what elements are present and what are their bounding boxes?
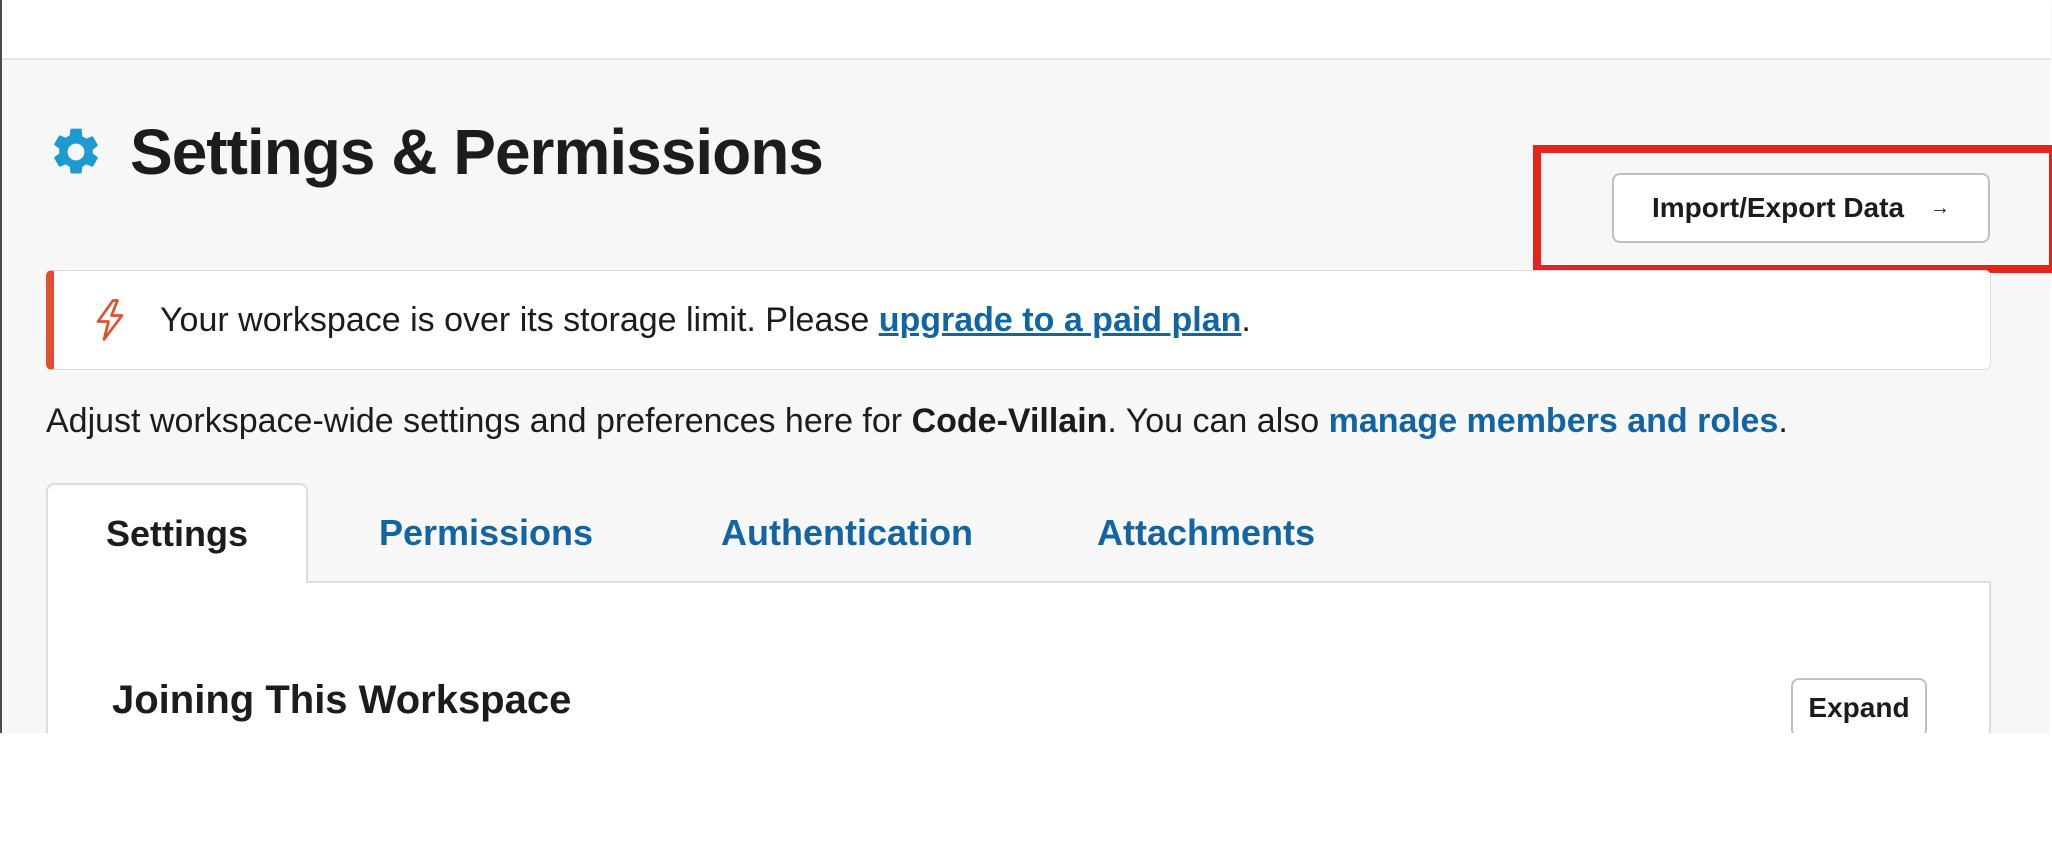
tab-authentication[interactable]: Authentication — [682, 483, 1012, 583]
settings-tabs: Settings Permissions Authentication Atta… — [46, 483, 1991, 583]
page-description: Adjust workspace-wide settings and prefe… — [46, 402, 1788, 441]
lightning-bolt-icon — [96, 299, 124, 341]
page-title: Settings & Permissions — [130, 116, 824, 188]
tab-permissions[interactable]: Permissions — [336, 483, 636, 583]
import-export-data-button[interactable]: Import/Export Data → — [1612, 173, 1990, 243]
arrow-right-icon: → — [1930, 196, 1951, 219]
description-text-middle: . You can also — [1107, 402, 1329, 440]
page-header: Settings & Permissions — [48, 104, 824, 200]
workspace-name: Code-Villain — [911, 402, 1108, 440]
description-text-after: . — [1778, 402, 1788, 440]
bottom-blank — [0, 733, 2052, 842]
import-export-data-label: Import/Export Data — [1651, 192, 1905, 223]
section-title: Joining This Workspace — [112, 678, 572, 722]
tab-attachments[interactable]: Attachments — [1056, 483, 1356, 583]
tab-settings[interactable]: Settings — [46, 483, 308, 583]
gear-icon — [54, 128, 98, 174]
description-text-before: Adjust workspace-wide settings and prefe… — [46, 402, 912, 440]
expand-button[interactable]: Expand — [1791, 678, 1927, 738]
storage-limit-banner: Your workspace is over its storage limit… — [46, 270, 1991, 370]
upgrade-plan-link[interactable]: upgrade to a paid plan — [879, 301, 1242, 339]
banner-message: Your workspace is over its storage limit… — [160, 301, 1251, 340]
banner-text-after: . — [1241, 300, 1251, 339]
manage-members-link[interactable]: manage members and roles — [1329, 402, 1779, 440]
top-bar — [0, 0, 2050, 60]
banner-text-before: Your workspace is over its storage limit… — [160, 300, 879, 339]
